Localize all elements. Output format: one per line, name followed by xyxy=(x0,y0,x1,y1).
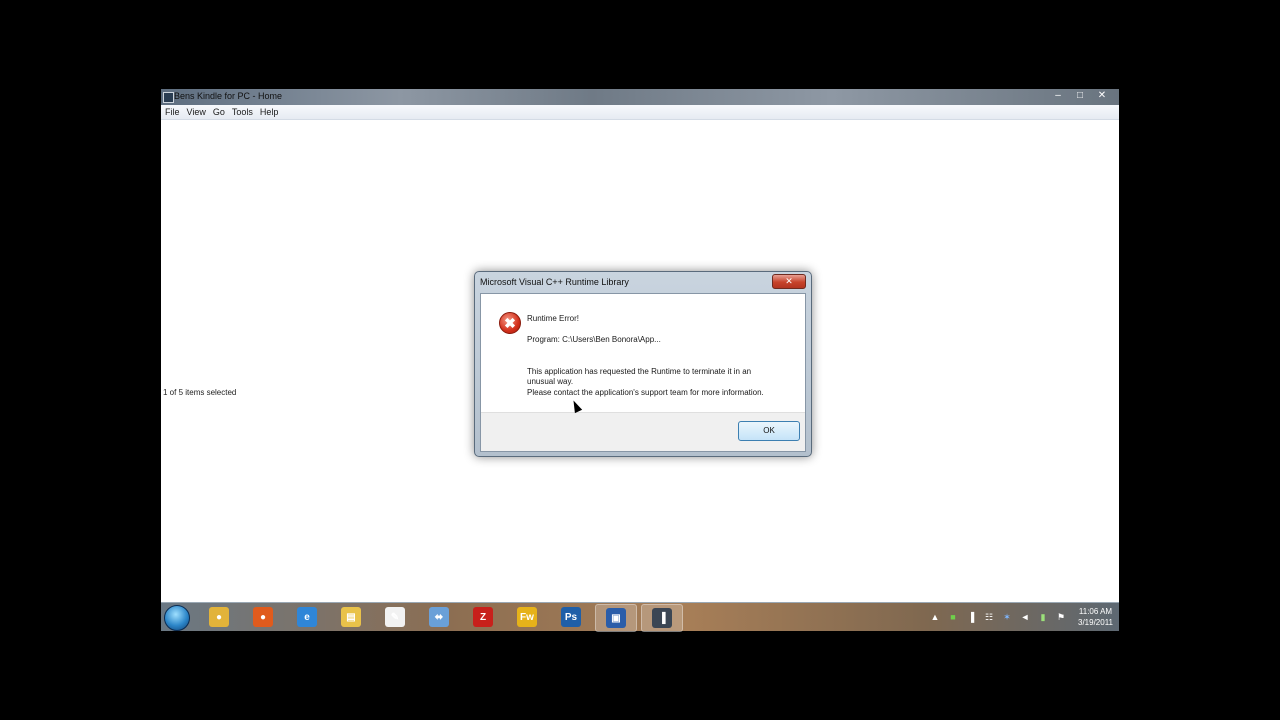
error-heading: Runtime Error! xyxy=(527,314,580,323)
clock[interactable]: 11:06 AM 3/19/2011 xyxy=(1078,606,1113,628)
tray-app-icon[interactable]: ■ xyxy=(947,611,959,623)
photoshop-taskbar-button[interactable]: Ps xyxy=(551,604,591,630)
clock-time: 11:06 AM xyxy=(1078,607,1113,616)
firefox-icon: ● xyxy=(253,607,273,627)
error-message: This application has requested the Runti… xyxy=(527,367,752,386)
network-icon: ⬌ xyxy=(429,607,449,627)
bluetooth-icon[interactable]: ✶ xyxy=(1001,611,1013,623)
clock-date: 3/19/2011 xyxy=(1078,618,1113,627)
network-status-icon[interactable]: ☷ xyxy=(983,611,995,623)
taskbar: ● ● e ▤ ✎ ⬌ Z Fw Ps ▣ ▐ ▲ ■ ▐ ☷ ✶ ◄ ▮ ⚑ 11:06 AM 3… xyxy=(161,602,1119,632)
notepad-icon: ✎ xyxy=(385,607,405,627)
runtime-error-dialog: Microsoft Visual C++ Runtime Library ✕ ✖… xyxy=(474,271,812,457)
signal-icon[interactable]: ▐ xyxy=(965,611,977,623)
main-window-titlebar[interactable]: Bens Kindle for PC - Home – □ ✕ xyxy=(161,89,1119,105)
show-hidden-icons-icon[interactable]: ▲ xyxy=(929,611,941,623)
minimize-button[interactable]: – xyxy=(1047,89,1069,103)
start-button[interactable] xyxy=(164,605,190,631)
maximize-button[interactable]: □ xyxy=(1069,89,1091,103)
window-controls: – □ ✕ xyxy=(1047,89,1113,105)
kindle-icon: ▐ xyxy=(652,608,672,628)
action-center-icon[interactable]: ⚑ xyxy=(1055,611,1067,623)
ok-button[interactable]: OK xyxy=(738,421,800,441)
chrome-taskbar-button[interactable]: ● xyxy=(199,604,239,630)
dialog-title: Microsoft Visual C++ Runtime Library xyxy=(480,277,629,287)
photoshop-icon: Ps xyxy=(561,607,581,627)
menu-bar: File View Go Tools Help xyxy=(161,105,1119,120)
kindle-app-icon xyxy=(163,92,174,103)
chrome-icon: ● xyxy=(209,607,229,627)
filezilla-taskbar-button[interactable]: Z xyxy=(463,604,503,630)
error-icon: ✖ xyxy=(499,312,521,334)
app-window-taskbar-button[interactable]: ▣ xyxy=(595,604,637,632)
notepad-taskbar-button[interactable]: ✎ xyxy=(375,604,415,630)
fireworks-taskbar-button[interactable]: Fw xyxy=(507,604,547,630)
menu-go[interactable]: Go xyxy=(212,105,231,119)
network-taskbar-button[interactable]: ⬌ xyxy=(419,604,459,630)
fireworks-icon: Fw xyxy=(517,607,537,627)
firefox-taskbar-button[interactable]: ● xyxy=(243,604,283,630)
filezilla-icon: Z xyxy=(473,607,493,627)
program-path: Program: C:\Users\Ben Bonora\App... xyxy=(527,335,661,344)
app-window-icon: ▣ xyxy=(606,608,626,628)
dialog-body: ✖ Runtime Error! Program: C:\Users\Ben B… xyxy=(480,293,806,452)
menu-tools[interactable]: Tools xyxy=(231,105,259,119)
menu-view[interactable]: View xyxy=(186,105,212,119)
ie-icon: e xyxy=(297,607,317,627)
menu-help[interactable]: Help xyxy=(259,105,285,119)
taskbar-apps: ● ● e ▤ ✎ ⬌ Z Fw Ps ▣ ▐ xyxy=(199,604,687,632)
explorer-icon: ▤ xyxy=(341,607,361,627)
volume-icon[interactable]: ◄ xyxy=(1019,611,1031,623)
menu-file[interactable]: File xyxy=(164,105,186,119)
support-message: Please contact the application's support… xyxy=(527,388,764,397)
main-window-title: Bens Kindle for PC - Home xyxy=(174,91,283,101)
close-button[interactable]: ✕ xyxy=(1091,89,1113,103)
dialog-footer: OK xyxy=(481,412,805,451)
dialog-close-button[interactable]: ✕ xyxy=(772,274,806,289)
explorer-taskbar-button[interactable]: ▤ xyxy=(331,604,371,630)
power-icon[interactable]: ▮ xyxy=(1037,611,1049,623)
ie-taskbar-button[interactable]: e xyxy=(287,604,327,630)
system-tray: ▲ ■ ▐ ☷ ✶ ◄ ▮ ⚑ 11:06 AM 3/19/2011 xyxy=(926,603,1113,631)
kindle-taskbar-button[interactable]: ▐ xyxy=(641,604,683,632)
selection-status: 1 of 5 items selected xyxy=(163,388,237,397)
